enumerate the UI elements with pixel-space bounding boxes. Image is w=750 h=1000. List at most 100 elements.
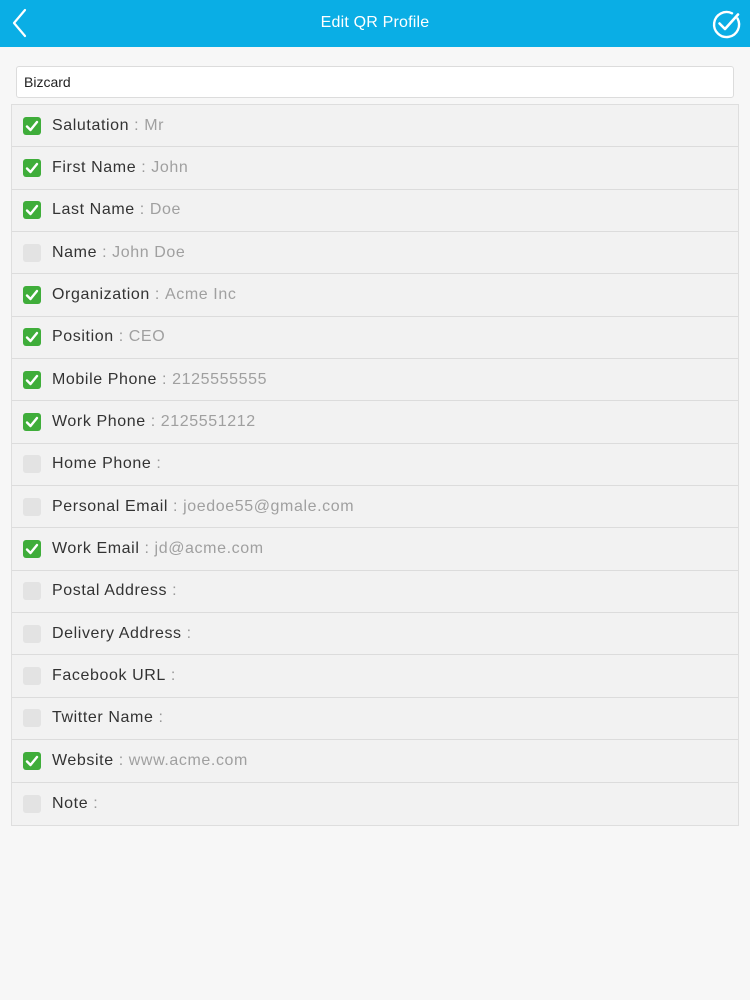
field-value: John <box>151 159 189 177</box>
field-row[interactable]: Salutation: Mr <box>12 105 738 148</box>
field-text: Note: <box>52 783 103 825</box>
field-separator: : <box>141 159 147 177</box>
field-row[interactable]: Work Email: jd@acme.com <box>12 528 738 571</box>
field-text: Work Phone:2125551212 <box>52 401 256 442</box>
field-separator: : <box>93 794 99 812</box>
field-label: Work Phone <box>52 413 146 431</box>
checkmark-icon <box>25 755 39 767</box>
field-row[interactable]: Name: John Doe <box>12 232 738 275</box>
profile-name-input[interactable] <box>16 66 734 98</box>
field-checkbox[interactable] <box>23 159 41 178</box>
field-separator: : <box>158 709 164 727</box>
checkmark-icon <box>25 289 39 301</box>
field-separator: : <box>150 413 156 431</box>
field-row[interactable]: Twitter Name: <box>12 697 738 741</box>
field-label: Delivery Address <box>52 624 182 642</box>
field-value: CEO <box>128 328 166 346</box>
field-text: Salutation: Mr <box>52 105 164 146</box>
field-label: Facebook URL <box>52 667 166 685</box>
field-checkbox[interactable] <box>23 286 41 305</box>
field-checkbox[interactable] <box>23 413 41 432</box>
field-value: Mr <box>144 116 165 134</box>
field-separator: : <box>156 455 162 473</box>
field-text: Delivery Address: <box>52 613 197 654</box>
field-value: jd@acme.com <box>154 540 264 558</box>
field-value: John Doe <box>112 243 186 261</box>
field-row[interactable]: Delivery Address: <box>12 613 738 656</box>
field-separator: : <box>154 286 160 304</box>
field-checkbox[interactable] <box>23 201 41 220</box>
field-text: Work Email: jd@acme.com <box>52 528 264 569</box>
field-list: Salutation: Mr First Name: John Last Name: Do… <box>11 104 739 826</box>
field-label: Website <box>52 751 114 769</box>
field-separator: : <box>172 582 178 600</box>
checkmark-icon <box>25 374 39 385</box>
field-checkbox[interactable] <box>23 582 41 601</box>
field-separator: : <box>134 116 140 134</box>
field-label: Twitter Name <box>52 709 154 727</box>
nav-bar: Edit QR Profile <box>0 0 750 47</box>
field-row[interactable]: Last Name: Doe <box>12 189 738 233</box>
field-checkbox[interactable] <box>23 709 41 728</box>
checkmark-icon <box>25 543 39 555</box>
field-checkbox[interactable] <box>23 794 41 813</box>
field-checkbox[interactable] <box>23 116 41 135</box>
check-circle-icon <box>712 10 741 39</box>
field-value: Acme Inc <box>164 286 237 304</box>
field-checkbox[interactable] <box>23 624 41 643</box>
checkmark-icon <box>25 332 39 343</box>
field-text: Personal Email: joedoe55@gmale.com <box>52 486 354 527</box>
field-label: Name <box>52 243 98 261</box>
field-label: Last Name <box>52 201 135 219</box>
field-separator: : <box>139 201 145 219</box>
field-separator: : <box>118 751 124 769</box>
checkmark-icon <box>25 120 39 131</box>
field-checkbox[interactable] <box>23 370 41 389</box>
field-label: Note <box>52 794 89 812</box>
field-separator: : <box>144 540 150 558</box>
field-text: Mobile Phone:2125555555 <box>52 359 267 400</box>
field-text: Position: CEO <box>52 317 165 358</box>
field-label: Home Phone <box>52 455 152 473</box>
field-separator: : <box>173 497 179 515</box>
field-label: Position <box>52 328 114 346</box>
field-label: Salutation <box>52 116 130 134</box>
field-checkbox[interactable] <box>23 243 41 262</box>
field-row[interactable]: Note: <box>12 782 738 825</box>
field-separator: : <box>102 243 108 261</box>
field-value: 2125555555 <box>172 370 268 388</box>
field-value: 2125551212 <box>160 413 256 431</box>
field-row[interactable]: Mobile Phone:2125555555 <box>12 359 738 402</box>
field-label: Mobile Phone <box>52 370 158 388</box>
field-label: Work Email <box>52 540 140 558</box>
field-checkbox[interactable] <box>23 667 41 686</box>
field-row[interactable]: Home Phone: <box>12 443 738 487</box>
field-text: Website: www.acme.com <box>52 740 248 781</box>
field-checkbox[interactable] <box>23 455 41 474</box>
field-text: Twitter Name: <box>52 698 169 739</box>
field-row[interactable]: First Name: John <box>12 147 738 190</box>
field-text: Postal Address: <box>52 571 182 612</box>
field-separator: : <box>170 667 176 685</box>
field-row[interactable]: Postal Address: <box>12 570 738 614</box>
field-row[interactable]: Website: www.acme.com <box>12 740 738 783</box>
field-checkbox[interactable] <box>23 497 41 516</box>
field-label: First Name <box>52 159 137 177</box>
done-button[interactable] <box>710 8 742 40</box>
field-text: Facebook URL: <box>52 655 181 696</box>
field-label: Personal Email <box>52 497 169 515</box>
field-value: www.acme.com <box>128 751 248 769</box>
field-row[interactable]: Personal Email: joedoe55@gmale.com <box>12 486 738 529</box>
field-row[interactable]: Work Phone:2125551212 <box>12 401 738 444</box>
field-row[interactable]: Position: CEO <box>12 316 738 360</box>
field-row[interactable]: Facebook URL: <box>12 655 738 698</box>
checkmark-icon <box>25 162 39 174</box>
field-text: Name: John Doe <box>52 232 185 273</box>
field-checkbox[interactable] <box>23 328 41 347</box>
field-checkbox[interactable] <box>23 540 41 559</box>
field-checkbox[interactable] <box>23 751 41 770</box>
field-row[interactable]: Organization: Acme Inc <box>12 274 738 317</box>
field-separator: : <box>162 370 168 388</box>
field-separator: : <box>186 624 192 642</box>
page-title: Edit QR Profile <box>320 14 430 31</box>
